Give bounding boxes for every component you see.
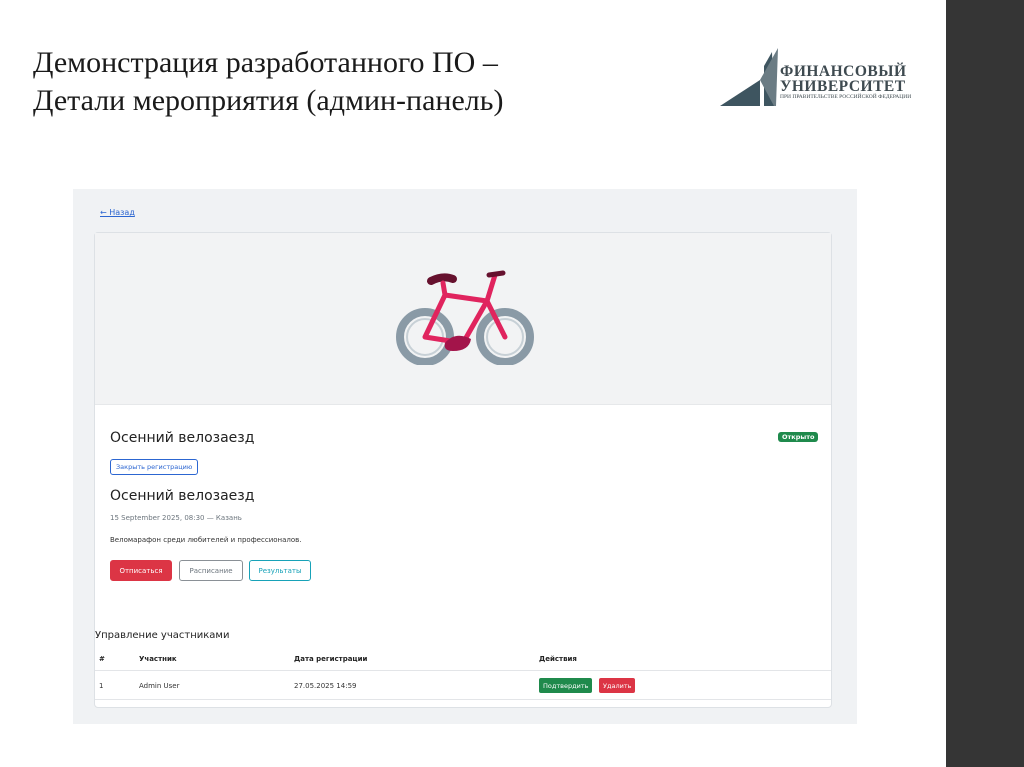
table-divider: [95, 699, 831, 700]
logo-emblem-icon: [720, 48, 778, 106]
app-screenshot: · ← Назад Осенний велозаезд Открыто Закр…: [73, 189, 857, 724]
event-title: Осенний велозаезд: [110, 430, 255, 446]
close-registration-button[interactable]: Закрыть регистрацию: [110, 459, 199, 475]
results-button[interactable]: Результаты: [249, 560, 311, 581]
participants-heading: Управление участниками: [95, 630, 230, 641]
event-hero-image: [95, 233, 831, 405]
schedule-button[interactable]: Расписание: [179, 560, 243, 581]
row-number: 1: [99, 682, 104, 690]
event-card: Осенний велозаезд Открыто Закрыть регист…: [94, 232, 832, 708]
slide-title: Демонстрация разработанного ПО – Детали …: [33, 44, 653, 120]
logo-line-3: ПРИ ПРАВИТЕЛЬСТВЕ РОССИЙСКОЙ ФЕДЕРАЦИИ: [780, 94, 912, 100]
table-divider: [95, 670, 831, 671]
delete-button[interactable]: Удалить: [599, 678, 636, 693]
confirm-button[interactable]: Подтвердить: [539, 678, 593, 693]
column-header-num: #: [99, 655, 105, 663]
logo-line-2: УНИВЕРСИТЕТ: [780, 78, 906, 95]
event-subtitle: Осенний велозаезд: [110, 488, 255, 504]
slide-title-line-1: Демонстрация разработанного ПО –: [33, 46, 498, 79]
unsubscribe-button[interactable]: Отписаться: [110, 560, 172, 581]
column-header-actions: Действия: [539, 655, 577, 663]
event-description: Веломарафон среди любителей и профессион…: [110, 536, 302, 544]
slide-title-line-2: Детали мероприятия (админ-панель): [33, 84, 504, 117]
row-participant-name: Admin User: [139, 682, 180, 690]
logo-line-1: ФИНАНСОВЫЙ: [780, 63, 907, 80]
row-registration-date: 27.05.2025 14:59: [294, 682, 357, 690]
slide-side-bar: [946, 0, 1024, 767]
event-meta: 15 September 2025, 08:30 — Казань: [110, 514, 242, 522]
university-logo: ФИНАНСОВЫЙ УНИВЕРСИТЕТ ПРИ ПРАВИТЕЛЬСТВЕ…: [720, 44, 916, 108]
back-link[interactable]: ← Назад: [100, 208, 135, 217]
bicycle-icon: [396, 270, 534, 365]
status-badge: Открыто: [778, 432, 819, 442]
column-header-date: Дата регистрации: [294, 655, 368, 663]
column-header-participant: Участник: [139, 655, 177, 663]
